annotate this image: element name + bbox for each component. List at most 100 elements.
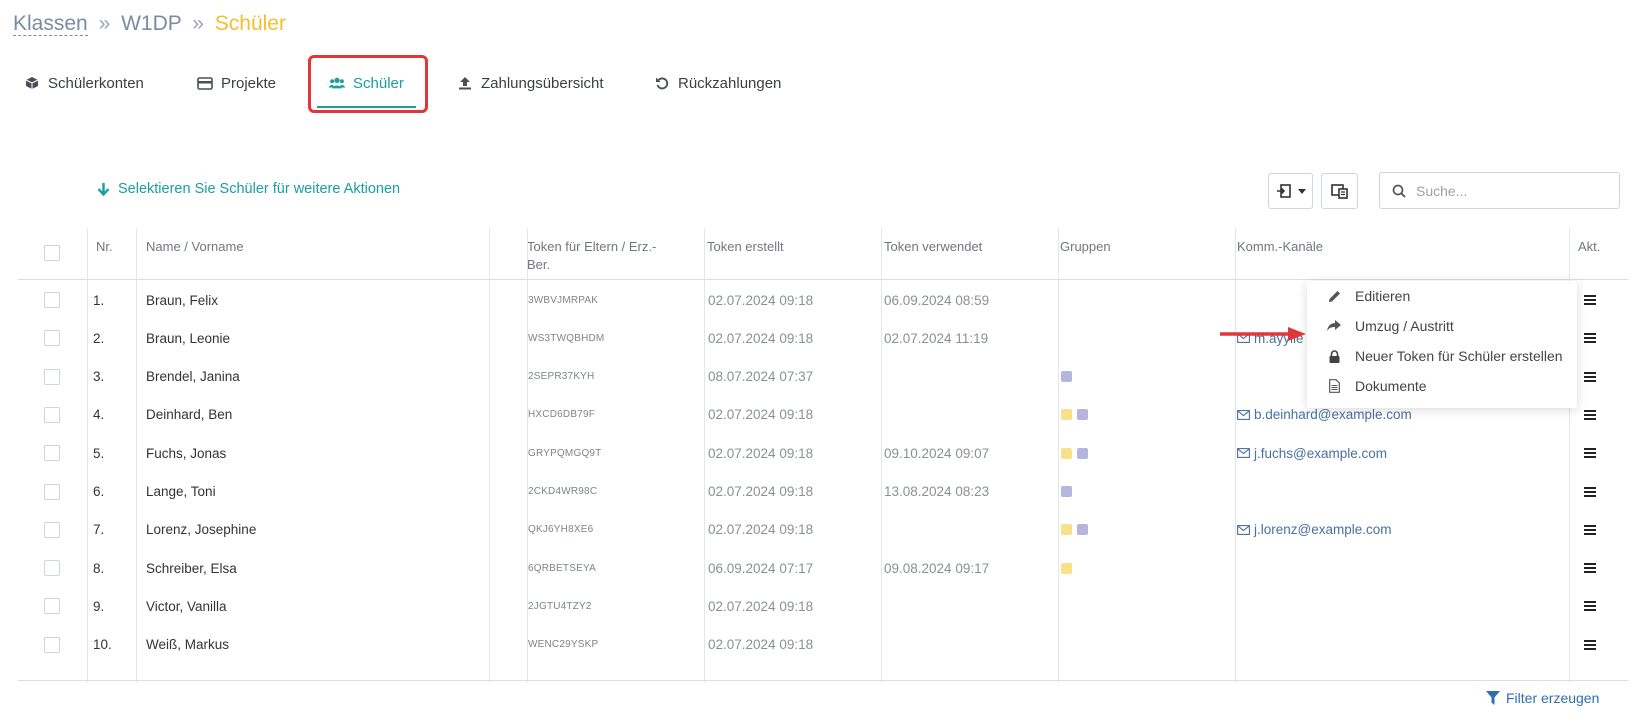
tab-schuelerkonten[interactable]: Schülerkonten — [24, 62, 144, 104]
row-token-used: 13.08.2024 08:23 — [884, 484, 990, 499]
group-badge — [1061, 486, 1072, 497]
select-all-checkbox[interactable] — [44, 245, 60, 261]
columns-button[interactable] — [1321, 173, 1358, 209]
tab-label: Rückzahlungen — [678, 74, 782, 92]
arrow-down-icon — [97, 182, 110, 196]
header-name[interactable]: Name / Vorname — [146, 238, 244, 256]
menu-item-edit[interactable]: Editieren — [1307, 281, 1577, 311]
tab-rueckzahlungen[interactable]: Rückzahlungen — [654, 62, 781, 104]
tab-schueler[interactable]: Schüler — [317, 62, 416, 108]
row-checkbox[interactable] — [44, 598, 60, 615]
export-dropdown-button[interactable] — [1268, 173, 1313, 209]
row-token: 3WBVJMRPAK — [528, 294, 599, 306]
row-actions-menu-icon[interactable] — [1584, 409, 1596, 420]
row-token-created: 08.07.2024 07:37 — [708, 369, 814, 385]
row-nr: 2. — [93, 330, 105, 346]
caret-down-icon — [1297, 188, 1306, 194]
table-row[interactable]: 10. Weiß, Markus WENC29YSKP 02.07.2024 09:1… — [18, 625, 1628, 665]
row-email[interactable]: j.lorenz@example.com — [1237, 510, 1392, 550]
table-row[interactable]: 5. Fuchs, Jonas GRYPQMGQ9T 02.07.2024 09:18… — [18, 433, 1628, 473]
envelope-icon — [1237, 409, 1250, 420]
row-groups — [1061, 357, 1077, 397]
select-students-hint[interactable]: Selektieren Sie Schüler für weitere Akti… — [97, 181, 400, 197]
envelope-icon — [1237, 524, 1250, 535]
share-arrow-icon — [1327, 319, 1341, 333]
row-checkbox[interactable] — [44, 636, 60, 653]
table-row[interactable]: 7. Lorenz, Josephine QKJ6YH8XE6 02.07.2024 … — [18, 510, 1628, 550]
table-row[interactable]: 9. Victor, Vanilla 2JGTU4TZY2 02.07.2024 09… — [18, 586, 1628, 626]
menu-item-new-token[interactable]: Neuer Token für Schüler erstellen — [1307, 341, 1577, 371]
tab-label: Projekte — [221, 74, 277, 92]
group-badge — [1061, 562, 1072, 574]
tab-projekte[interactable]: Projekte — [197, 62, 276, 104]
breadcrumb-root-link[interactable]: Klassen — [13, 12, 88, 36]
menu-item-label: Umzug / Austritt — [1355, 318, 1454, 334]
header-token-line1: Token für Eltern / Erz.- — [527, 239, 657, 254]
breadcrumb-separator: » — [192, 12, 204, 35]
row-checkbox[interactable] — [44, 292, 60, 308]
row-checkbox[interactable] — [44, 368, 60, 385]
row-token-created: 02.07.2024 09:18 — [708, 292, 814, 308]
row-groups — [1061, 395, 1093, 435]
row-token: WENC29YSKP — [528, 639, 599, 651]
row-name: Lange, Toni — [146, 484, 216, 499]
row-token-used: 06.09.2024 08:59 — [884, 292, 990, 308]
header-token-used[interactable]: Token verwendet — [884, 238, 982, 256]
red-arrow-annotation — [1220, 327, 1306, 341]
row-token-created: 02.07.2024 09:18 — [708, 484, 814, 499]
row-nr: 9. — [93, 598, 105, 614]
row-email[interactable]: j.fuchs@example.com — [1237, 433, 1387, 473]
row-nr: 6. — [93, 484, 105, 499]
row-actions-menu-icon[interactable] — [1584, 371, 1596, 382]
upload-icon — [457, 75, 473, 91]
table-row[interactable]: 8. Schreiber, Elsa 6QRBETSEYA 06.09.2024 07… — [18, 548, 1628, 588]
row-nr: 4. — [93, 407, 105, 423]
search-input[interactable] — [1414, 181, 1614, 200]
row-checkbox[interactable] — [44, 330, 60, 347]
row-nr: 5. — [93, 445, 105, 461]
header-token-created[interactable]: Token erstellt — [707, 238, 784, 256]
users-icon — [329, 75, 345, 91]
search-icon — [1392, 184, 1406, 198]
row-checkbox[interactable] — [44, 483, 60, 500]
breadcrumb-class[interactable]: W1DP — [121, 12, 181, 35]
table-row[interactable]: 6. Lange, Toni 2CKD4WR98C 02.07.2024 09:18 1… — [18, 472, 1628, 512]
row-token: 2CKD4WR98C — [528, 486, 598, 497]
row-token-created: 02.07.2024 09:18 — [708, 445, 814, 461]
tab-zahlungsuebersicht[interactable]: Zahlungsübersicht — [457, 62, 604, 104]
row-checkbox[interactable] — [44, 521, 60, 538]
group-badge — [1077, 447, 1088, 459]
filter-icon — [1486, 691, 1500, 705]
row-token-used: 09.10.2024 09:07 — [884, 445, 990, 461]
row-token: 6QRBETSEYA — [528, 562, 596, 574]
breadcrumb: Klassen » W1DP » Schüler — [13, 12, 286, 36]
header-channels: Komm.-Kanäle — [1237, 239, 1323, 254]
row-actions-menu-icon[interactable] — [1584, 639, 1596, 650]
email-text: j.lorenz@example.com — [1254, 522, 1392, 538]
row-token-created: 02.07.2024 09:18 — [708, 407, 814, 423]
group-badge — [1077, 524, 1088, 536]
row-actions-menu-icon[interactable] — [1584, 333, 1596, 344]
row-actions-menu-icon[interactable] — [1584, 601, 1596, 612]
menu-item-move-exit[interactable]: Umzug / Austritt — [1307, 311, 1577, 341]
row-nr: 10. — [93, 637, 112, 653]
tab-label: Schülerkonten — [48, 74, 144, 92]
row-token: HXCD6DB79F — [528, 409, 596, 421]
row-actions-menu-icon[interactable] — [1584, 563, 1596, 574]
menu-item-label: Editieren — [1355, 288, 1411, 304]
row-checkbox[interactable] — [44, 560, 60, 577]
row-checkbox[interactable] — [44, 406, 60, 423]
row-actions-dropdown: Editieren Umzug / Austritt Neuer Token f… — [1307, 281, 1577, 408]
group-badge — [1061, 524, 1072, 536]
row-checkbox[interactable] — [44, 445, 60, 462]
create-filter-link[interactable]: Filter erzeugen — [1486, 690, 1599, 706]
table-header: Nr. Name / Vorname Token für Eltern / Er… — [18, 228, 1628, 280]
row-actions-menu-icon[interactable] — [1584, 448, 1596, 459]
row-actions-menu-icon[interactable] — [1584, 295, 1596, 305]
menu-item-documents[interactable]: Dokumente — [1307, 371, 1577, 401]
row-groups — [1061, 510, 1093, 550]
row-actions-menu-icon[interactable] — [1584, 524, 1596, 535]
email-text: j.fuchs@example.com — [1254, 445, 1388, 461]
row-groups — [1061, 548, 1077, 588]
row-actions-menu-icon[interactable] — [1584, 486, 1596, 497]
